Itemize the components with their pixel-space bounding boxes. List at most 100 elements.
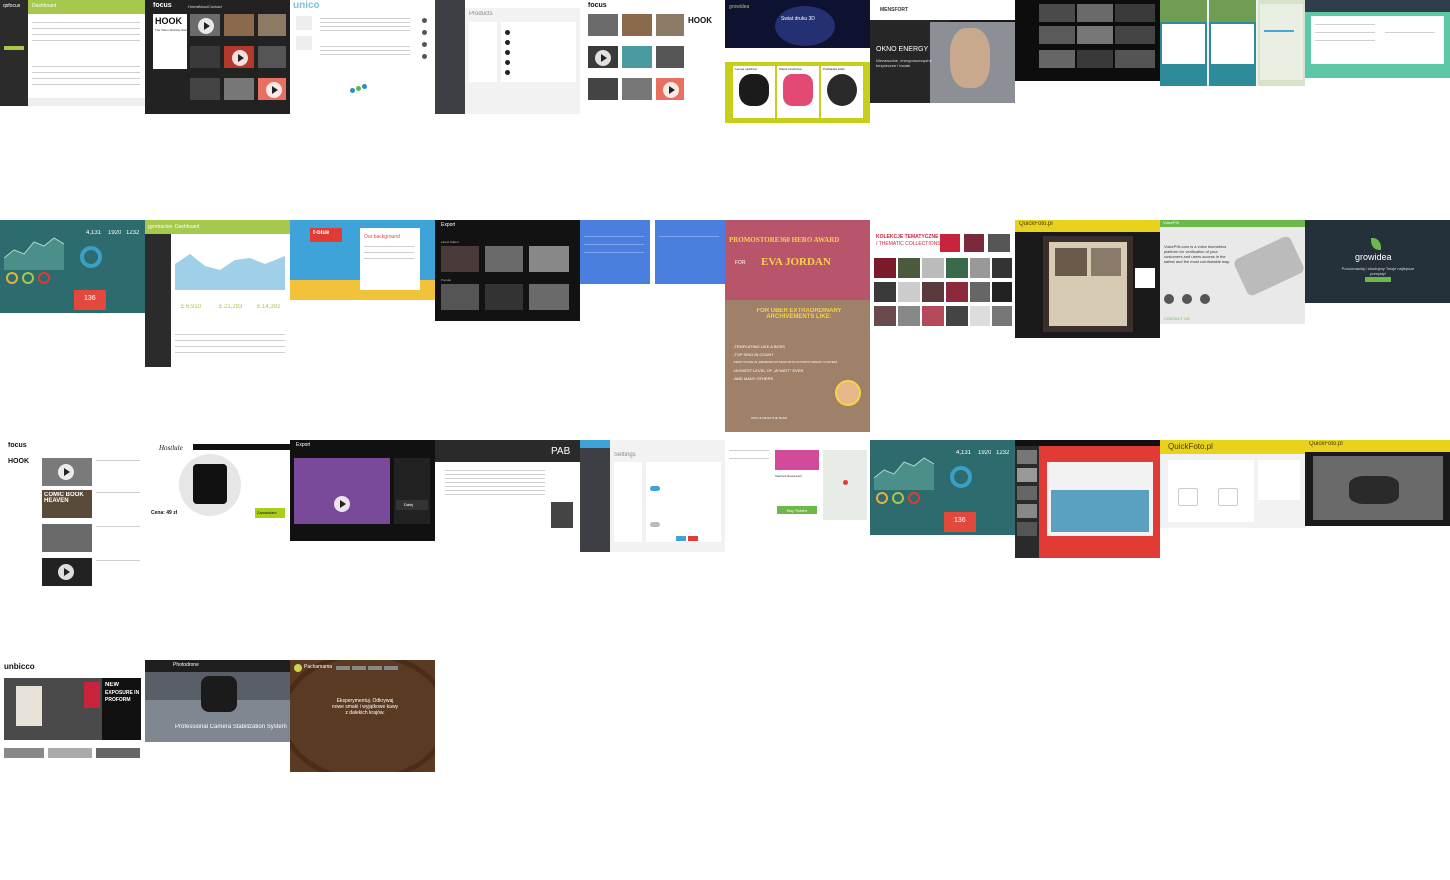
section-title: Products [469, 11, 493, 17]
tile-quickfoto-moto[interactable]: QuickFoto.pl [1305, 440, 1450, 526]
next-label: Dalej [404, 502, 414, 507]
award-name: EVA JORDAN [761, 256, 831, 268]
logo: unico [293, 0, 320, 11]
save-button[interactable] [676, 536, 686, 541]
hero-title: HOOK [155, 16, 182, 26]
cta-button[interactable] [1365, 277, 1391, 282]
section-title: Dashboard [32, 3, 57, 9]
logo: Export [296, 442, 311, 448]
tile-growidea-3d[interactable]: growidea Świat druku 3D Lampa naddrzwi W… [725, 0, 870, 123]
tile-unbicco[interactable]: unbicco NEW EXPOSURE IN PROFORM [0, 660, 145, 760]
tile-magazine[interactable] [1015, 440, 1160, 558]
play-icon[interactable] [198, 18, 214, 34]
tile-hero-award[interactable]: PROMOSTORE360 HERO AWARD FOR EVA JORDAN … [725, 220, 870, 432]
headline: EXPOSURE IN [105, 690, 140, 696]
hero-title: Świat druku 3D [781, 16, 815, 22]
stat-2: £ 21,293 [219, 304, 243, 310]
logo: QuickFoto.pl [1309, 441, 1343, 447]
tile-export-video[interactable]: Export Dalej [290, 440, 435, 541]
tile-analytics-teal[interactable]: 4,131 1920 1232 136 [0, 220, 145, 313]
tile-t-blue[interactable]: t-blue Our background [290, 220, 435, 300]
logo: gymtracker [148, 224, 173, 230]
logo: focus [8, 442, 27, 449]
tile-settings-admin[interactable]: Settings [580, 440, 725, 552]
award-item: -HIGHEST LEVEL OF „W MATT” EVER [733, 368, 804, 373]
logo: QuickFoto.pl [1168, 442, 1213, 451]
logo: Hostlule [159, 444, 183, 452]
tile-blue-mobile[interactable] [580, 220, 725, 284]
play-icon[interactable] [663, 82, 679, 98]
kpi-b: 1232 [996, 450, 1010, 456]
tile-focus-video-dark[interactable]: focus Home About Contact HOOK The Video … [145, 0, 290, 114]
logo: unbicco [4, 662, 35, 671]
tile-collections[interactable]: KOLEKCJE TEMATYCZNE / THEMATIC COLLECTIO… [870, 220, 1015, 327]
play-icon[interactable] [58, 564, 74, 580]
card-title: Podkładka kółek [823, 67, 845, 71]
logo: Export [441, 222, 456, 228]
coffee-icon [294, 664, 302, 672]
map[interactable] [823, 450, 867, 520]
tagline: Eksperymentuj. Odkrywaj nowe smaki i wyj… [331, 698, 399, 716]
intro-text: VoicePIN.com is a voice biometrics platf… [1164, 244, 1230, 264]
place-name: Stanford Restaurant [775, 474, 802, 478]
logo: MENSFORT [880, 7, 909, 13]
logo: qsfocus [3, 3, 21, 9]
tile-photodrone[interactable]: Photodrone Professional Camera Stabiliza… [145, 660, 290, 742]
section-title: Dashboard [175, 224, 200, 230]
tile-dark-gallery[interactable] [1015, 0, 1160, 81]
motorcycle-image [1349, 476, 1399, 504]
tshirt-image [193, 464, 227, 504]
tile-gymtracker[interactable]: gymtracker Dashboard £ 6,910 £ 21,293 £ … [145, 220, 290, 367]
tile-growidea-dark[interactable]: growidea Porozmawiaj i zbudujmy Twoje na… [1305, 220, 1450, 303]
tile-products-admin[interactable]: Products [435, 0, 580, 114]
headline: OKNO ENERGY [876, 46, 929, 53]
avatar [835, 380, 861, 406]
tile-dashboard-green[interactable]: qsfocus Dashboard [0, 0, 145, 106]
play-icon[interactable] [334, 496, 350, 512]
card-title: Wieża szachowa [779, 67, 802, 71]
tile-export-dark[interactable]: Export Latest Added Popular [435, 220, 580, 321]
tile-analytics-teal-2[interactable]: 4,131 1920 1232 136 [870, 440, 1015, 535]
award-for: FOR [735, 260, 746, 266]
tile-quickfoto-calendar[interactable]: QuickFoto.pl [1015, 220, 1160, 338]
toggle-switch[interactable] [650, 486, 660, 491]
tile-mensfort[interactable]: MENSFORT OKNO ENERGY Niezawodne, energoo… [870, 0, 1015, 103]
feature-icon [1164, 294, 1174, 304]
tile-event-app[interactable]: Stanford Restaurant Buy Tickets [725, 440, 870, 530]
tile-pachamama[interactable]: Pachamama Eksperymentuj. Odkrywaj nowe s… [290, 660, 435, 772]
heading-2: / THEMATIC COLLECTIONS [876, 241, 941, 247]
logo: Photodrone [173, 662, 199, 668]
play-icon[interactable] [58, 464, 74, 480]
cancel-button[interactable] [688, 536, 698, 541]
headline: NEW [105, 682, 119, 688]
logo: focus [153, 2, 172, 9]
tile-mobile-app[interactable] [1160, 0, 1305, 86]
leaf-icon [1371, 238, 1381, 250]
tagline: Porozmawiaj i zbudujmy Twoje najlepsze p… [1341, 266, 1415, 276]
tile-quickfoto-mugs[interactable]: QuickFoto.pl [1160, 440, 1305, 528]
tile-focus-video-light[interactable]: focus HOOK [580, 0, 725, 114]
tile-growidea-teal[interactable] [1305, 0, 1450, 78]
portfolio-gallery: qsfocus Dashboard focus Home About Conta… [0, 0, 1450, 880]
heading: Our background [364, 234, 400, 240]
kpi-b: 1232 [126, 230, 140, 236]
headline: PROFORM [105, 697, 131, 703]
alert-value: 136 [84, 295, 96, 302]
toggle-switch[interactable] [650, 522, 660, 527]
tile-tshirt-shop[interactable]: Hostlule Cena: 49 zł Zamawiam [145, 440, 290, 530]
play-icon[interactable] [232, 50, 248, 66]
award-subtitle: FOR ÜBER EXTRAORDINARY ARCHIVEMENTS LIKE… [756, 308, 842, 320]
tagline: Niezawodne, energooszczędne bezpieczne i… [876, 58, 932, 68]
logo: PAB [551, 446, 571, 457]
tile-pab-article[interactable]: PAB [435, 440, 580, 530]
nav-contact[interactable]: Contact [208, 4, 222, 9]
tile-focus-comic[interactable]: focus HOOK COMIC BOOK HEAVEN [0, 440, 145, 594]
nav-about[interactable]: About [198, 4, 208, 9]
play-icon[interactable] [595, 50, 611, 66]
play-icon[interactable] [266, 82, 282, 98]
alert-value: 136 [954, 517, 966, 524]
contact-link[interactable]: CONTACT US [1164, 316, 1190, 321]
tile-voicepin[interactable]: VoicePIN VoicePIN.com is a voice biometr… [1160, 220, 1305, 324]
logo: t-blue [313, 230, 330, 236]
tile-unico[interactable]: unico [290, 0, 435, 98]
